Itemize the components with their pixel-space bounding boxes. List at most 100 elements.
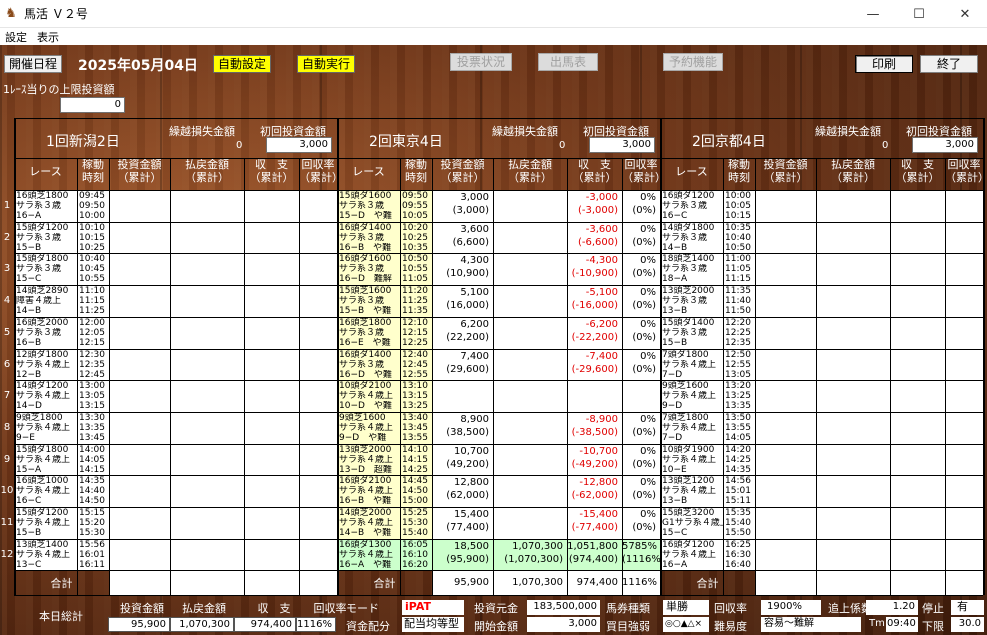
auto-run-button[interactable]: 自動実行 (297, 55, 355, 73)
stop-value[interactable]: 有 (951, 600, 984, 615)
race-info: 16−A (16, 211, 42, 221)
race-info: 15−C (16, 274, 42, 285)
value-cell (493, 221, 567, 254)
initial-invest-input[interactable]: 3,000 (266, 137, 332, 153)
tm-value[interactable]: 09:40 (886, 617, 918, 632)
race-info: 14−B (16, 306, 42, 317)
race-time: 12:10 (402, 317, 428, 328)
race-time: 10:05 (402, 211, 428, 221)
value-cell (109, 253, 170, 286)
auto-set-button[interactable]: 自動設定 (213, 55, 271, 73)
race-time: 15:30 (79, 528, 105, 538)
initial-invest-input[interactable]: 3,000 (912, 137, 978, 153)
cell-inv: (22,200) (446, 331, 489, 343)
race-info: 16−C (662, 211, 688, 221)
value-cell (890, 475, 945, 508)
grid-line (945, 158, 946, 596)
race-time: 15:15 (79, 508, 105, 518)
menu-view[interactable]: 表示 (32, 28, 64, 46)
grid-line (77, 158, 78, 596)
value-cell (890, 348, 945, 381)
value-cell (755, 443, 816, 476)
race-time: 13:05 (79, 391, 105, 402)
race-info: サラ系４歳上 (339, 422, 394, 433)
race-time: 12:25 (725, 327, 751, 338)
stop-label: 停止 (922, 602, 944, 615)
schedule-button[interactable]: 開催日程 (4, 55, 62, 73)
race-time: 12:40 (402, 349, 428, 360)
fund-value[interactable]: 183,500,000 (527, 600, 600, 615)
value-cell (299, 253, 337, 286)
minimize-button[interactable]: — (850, 0, 896, 28)
value-cell (945, 285, 983, 318)
row-number: 10 (0, 485, 14, 497)
race-info: 14−B や難 (339, 528, 392, 538)
buy-strength-value[interactable]: ◎○▲△× (663, 617, 709, 632)
coef-value[interactable]: 1.20 (866, 600, 918, 615)
race-time: 12:30 (79, 349, 105, 360)
total-cell (299, 571, 337, 596)
initial-invest-input[interactable]: 3,000 (589, 137, 655, 153)
recovery-rate-value[interactable]: 1900% (761, 600, 821, 615)
value-cell (299, 190, 337, 222)
total-pay: 1,070,300 (512, 577, 563, 589)
grid-line (14, 190, 983, 191)
value-cell (170, 285, 244, 318)
difficulty-value[interactable]: 容易～難解 (761, 617, 861, 632)
race-info: 16頭ダ1400 (339, 349, 392, 360)
race-info: 15頭ダ1200 (16, 508, 69, 518)
difficulty-label: 難易度 (714, 620, 747, 633)
limit-input[interactable]: 0 (60, 97, 125, 113)
race-info: 14−B (662, 242, 688, 253)
header-time: 時刻 (405, 172, 427, 184)
value-cell (816, 316, 890, 349)
close-button[interactable]: ✕ (942, 0, 987, 28)
start-value[interactable]: 3,000 (527, 617, 600, 632)
race-time: 10:15 (79, 232, 105, 243)
race-time: 14:40 (79, 486, 105, 497)
race-info: 障害４歳上 (16, 296, 62, 307)
race-time: 14:10 (402, 444, 428, 455)
race-info: 13頭芝1400 (16, 539, 69, 550)
race-time: 12:55 (402, 369, 428, 380)
bet-type-value[interactable]: 単勝 (663, 600, 709, 615)
race-time: 09:50 (402, 191, 428, 201)
low-value[interactable]: 30.0 (951, 617, 984, 632)
race-info: サラ系４歳上 (16, 422, 71, 433)
value-cell (170, 538, 244, 571)
value-cell (755, 507, 816, 539)
grid-line (432, 158, 433, 596)
race-time: 13:00 (79, 381, 105, 392)
race-time: 10:55 (402, 264, 428, 275)
race-time: 16:30 (725, 549, 751, 560)
total-cell (109, 571, 170, 596)
exit-button[interactable]: 終了 (920, 55, 978, 73)
header-time: 稼動 (728, 159, 750, 171)
limit-label: 1ﾚｰｽ当りの上限投資額 (3, 83, 115, 96)
race-info: 13頭芝2000 (339, 444, 392, 455)
race-time: 10:20 (402, 222, 428, 233)
race-time: 12:15 (79, 337, 105, 348)
race-info: サラ系４歳上 (339, 486, 394, 497)
bet-type-label: 馬券種類 (606, 602, 650, 615)
low-label: 下限 (922, 620, 944, 633)
total-cell (170, 571, 244, 596)
vote-status-button[interactable]: 投票状況 (450, 53, 512, 71)
print-button[interactable]: 印刷 (855, 55, 913, 73)
menu-settings[interactable]: 設定 (0, 28, 32, 46)
row-number: 12 (0, 548, 14, 560)
race-info: 7頭芝1800 (662, 412, 709, 423)
race-time: 10:50 (725, 242, 751, 253)
maximize-button[interactable]: ☐ (896, 0, 942, 28)
race-time: 12:05 (79, 327, 105, 338)
grid-line (400, 158, 401, 596)
header-rec: 回収率 (624, 159, 658, 171)
reserve-button[interactable]: 予約機能 (663, 53, 723, 71)
cell-inv: (6,600) (452, 236, 489, 248)
race-card-button[interactable]: 出馬表 (538, 53, 598, 71)
race-info: 13頭芝2000 (662, 286, 715, 297)
alloc-value[interactable]: 配当均等型 (402, 617, 464, 632)
race-info: サラ系４歳上 (339, 549, 394, 560)
carry-loss-label: 繰越損失金額 (815, 125, 881, 138)
value-cell (244, 253, 299, 286)
